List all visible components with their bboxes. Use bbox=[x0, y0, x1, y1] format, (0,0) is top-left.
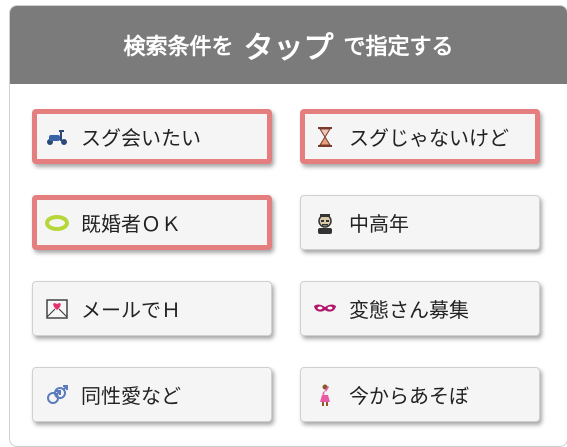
option-mail-de-h-button[interactable]: メールでＨ bbox=[32, 281, 272, 336]
option-sugu-janai-button[interactable]: スグじゃないけど bbox=[300, 109, 540, 164]
option-label: 今からあそぼ bbox=[349, 384, 469, 408]
option-label: 同性愛など bbox=[81, 384, 181, 408]
option-hentai-button[interactable]: 変態さん募集 bbox=[300, 281, 540, 336]
dancer-icon bbox=[313, 383, 337, 407]
search-conditions-panel: 検索条件を タップ で指定する スグ会いたい スグじゃないけど 既婚者ＯＫ 中高… bbox=[9, 5, 567, 447]
mask-icon bbox=[313, 297, 337, 321]
option-chukonen-button[interactable]: 中高年 bbox=[300, 195, 540, 250]
option-label: 中高年 bbox=[349, 212, 409, 236]
option-doseiai-button[interactable]: 同性愛など bbox=[32, 367, 272, 422]
option-imakara-asobo-button[interactable]: 今からあそぼ bbox=[300, 367, 540, 422]
man-face-icon bbox=[313, 211, 337, 235]
hourglass-icon bbox=[313, 125, 337, 149]
option-kikonsha-ok-button[interactable]: 既婚者ＯＫ bbox=[32, 195, 272, 250]
love-letter-icon bbox=[45, 297, 69, 321]
condition-grid: スグ会いたい スグじゃないけど 既婚者ＯＫ 中高年 メールでＨ 変態さん募集 同… bbox=[10, 6, 567, 446]
scooter-icon bbox=[45, 125, 69, 149]
gender-icon bbox=[45, 383, 69, 407]
option-label: スグじゃないけど bbox=[349, 126, 509, 150]
option-label: メールでＨ bbox=[81, 298, 181, 322]
ring-icon bbox=[45, 211, 69, 235]
option-sugu-aitai-button[interactable]: スグ会いたい bbox=[32, 109, 272, 164]
option-label: 変態さん募集 bbox=[349, 298, 469, 322]
option-label: スグ会いたい bbox=[81, 126, 201, 150]
option-label: 既婚者ＯＫ bbox=[81, 212, 181, 236]
